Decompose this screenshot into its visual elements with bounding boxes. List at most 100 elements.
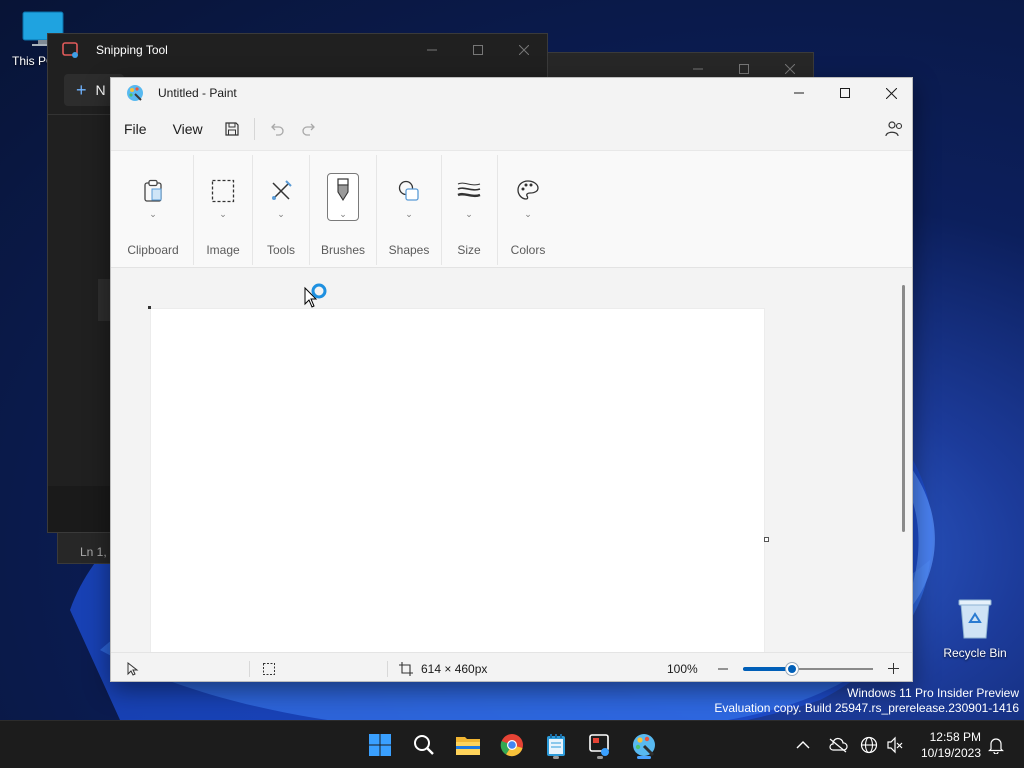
notepad-icon <box>547 734 565 756</box>
window-title: Untitled - Paint <box>158 86 237 100</box>
clock-time: 12:58 PM <box>929 730 981 744</box>
maximize-icon <box>840 88 850 98</box>
zoom-out-button[interactable] <box>716 653 730 681</box>
file-explorer-icon <box>456 737 480 755</box>
chevron-up-icon[interactable] <box>796 740 810 750</box>
notifications-button[interactable] <box>988 721 1004 768</box>
zoom-in-button[interactable] <box>886 653 900 681</box>
ribbon-group-image[interactable]: ⌄ Image <box>197 151 249 269</box>
undo-icon <box>270 123 284 136</box>
palette-icon <box>517 180 539 200</box>
menu-file[interactable]: File <box>111 114 160 144</box>
network-status[interactable] <box>860 721 878 768</box>
save-icon <box>225 122 239 136</box>
ribbon: ⌄ Clipboard ⌄ Image ⌄ Tools ⌄ Brushes ⌄ … <box>111 150 912 269</box>
ribbon-group-label: Tools <box>266 243 295 257</box>
chrome-icon <box>500 734 523 757</box>
chevron-down-icon: ⌄ <box>339 209 347 219</box>
recycle-bin-icon <box>958 599 992 639</box>
close-icon <box>785 64 795 74</box>
close-button[interactable] <box>868 78 912 108</box>
canvas-size: 614 × 460px <box>399 653 487 681</box>
ribbon-group-size[interactable]: ⌄ Size <box>444 151 494 269</box>
close-button[interactable] <box>501 34 547 66</box>
plus-icon: + <box>76 79 87 100</box>
maximize-icon <box>739 64 749 74</box>
save-button[interactable] <box>216 114 248 144</box>
drawing-canvas[interactable] <box>150 308 765 658</box>
bell-icon <box>988 738 1004 754</box>
notepad-button[interactable] <box>540 729 572 761</box>
paint-button[interactable] <box>628 729 660 761</box>
redo-button[interactable] <box>293 114 325 144</box>
zoom-slider-thumb[interactable] <box>786 663 799 675</box>
redo-icon <box>302 123 315 136</box>
title-bar[interactable]: Untitled - Paint <box>111 78 912 108</box>
onedrive-status[interactable] <box>828 721 848 768</box>
minimize-button[interactable] <box>776 78 822 108</box>
close-icon <box>519 45 529 55</box>
running-indicator <box>597 756 603 759</box>
ribbon-group-brushes[interactable]: ⌄ Brushes <box>313 151 373 269</box>
user-settings-icon <box>885 121 903 137</box>
brush-icon <box>337 178 349 202</box>
ribbon-divider <box>309 155 310 265</box>
window-title: Snipping Tool <box>96 43 168 57</box>
shapes-icon <box>398 180 419 201</box>
menu-view[interactable]: View <box>160 114 216 144</box>
desktop-icon-label: This PC <box>12 54 48 68</box>
toolbar-divider <box>253 118 255 140</box>
maximize-icon <box>473 45 483 55</box>
snipping-tool-button[interactable] <box>584 729 616 761</box>
desktop-icon-recycle-bin[interactable]: Recycle Bin <box>938 596 1012 660</box>
maximize-button[interactable] <box>822 78 868 108</box>
ribbon-divider <box>376 155 377 265</box>
zoom-slider-fill <box>743 667 793 671</box>
plus-icon <box>887 663 899 674</box>
running-indicator <box>637 756 651 759</box>
resize-handle-top-left[interactable] <box>148 306 151 309</box>
maximize-button[interactable] <box>455 34 501 66</box>
system-tray <box>796 721 810 768</box>
ribbon-group-shapes[interactable]: ⌄ Shapes <box>379 151 439 269</box>
paint-window[interactable]: Untitled - Paint File View ⌄ Clipboard ⌄… <box>110 77 913 682</box>
ribbon-group-tools[interactable]: ⌄ Tools <box>255 151 307 269</box>
paint-icon <box>633 734 655 757</box>
pointer-icon <box>127 661 139 676</box>
clock[interactable]: 12:58 PM 10/19/2023 <box>921 729 981 761</box>
cloud-offline-icon <box>829 737 848 753</box>
chevron-down-icon: ⌄ <box>149 209 157 219</box>
start-icon <box>369 734 391 756</box>
canvas-area[interactable] <box>111 269 912 658</box>
desktop-icon-label: Recycle Bin <box>943 646 1007 660</box>
volume-status[interactable] <box>886 721 904 768</box>
status-divider <box>387 661 388 677</box>
chevron-down-icon: ⌄ <box>465 209 473 219</box>
minimize-icon <box>693 68 703 70</box>
snipping-tool-icon <box>589 734 609 756</box>
pointer-position <box>127 653 139 681</box>
undo-button[interactable] <box>261 114 293 144</box>
ribbon-group-label: Brushes <box>320 243 366 257</box>
chrome-button[interactable] <box>496 729 528 761</box>
zoom-level[interactable]: 100% <box>667 653 698 681</box>
canvas-size-icon <box>399 661 413 676</box>
ribbon-group-clipboard[interactable]: ⌄ Clipboard <box>117 151 189 269</box>
resize-handle-right[interactable] <box>764 537 769 542</box>
file-explorer-button[interactable] <box>452 729 484 761</box>
chevron-down-icon: ⌄ <box>405 209 413 219</box>
snipping-tool-icon <box>62 42 78 58</box>
account-button[interactable] <box>878 114 910 144</box>
start-button[interactable] <box>364 729 396 761</box>
minimize-button[interactable] <box>409 34 455 66</box>
search-icon <box>414 735 434 755</box>
watermark-line-2: Evaluation copy. Build 25947.rs_prerelea… <box>714 701 1019 715</box>
search-button[interactable] <box>408 729 440 761</box>
vertical-scrollbar[interactable] <box>902 285 905 532</box>
ribbon-group-colors[interactable]: ⌄ Colors <box>501 151 555 269</box>
clock-date: 10/19/2023 <box>920 746 981 760</box>
ribbon-group-label: Shapes <box>388 243 430 257</box>
ribbon-divider <box>252 155 253 265</box>
ribbon-divider <box>497 155 498 265</box>
busy-cursor-icon <box>304 283 327 308</box>
